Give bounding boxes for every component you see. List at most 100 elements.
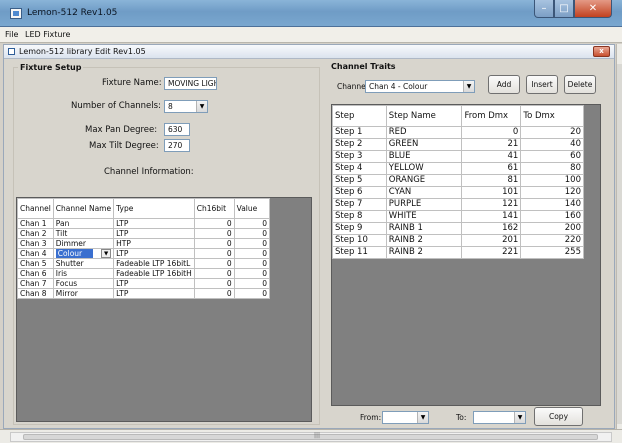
chevron-down-icon[interactable]: ▼: [463, 81, 474, 92]
table-cell[interactable]: BLUE: [385, 150, 463, 163]
table-row[interactable]: Chan 8 Mirror LTP 0 0: [17, 288, 271, 299]
channel-name-editor[interactable]: Colour: [55, 249, 93, 258]
table-row[interactable]: Step 3 BLUE 41 60: [332, 150, 584, 163]
chevron-down-icon[interactable]: ▼: [514, 412, 525, 423]
table-cell[interactable]: Chan 7: [17, 278, 54, 289]
from-select[interactable]: ▼: [382, 411, 429, 424]
vertical-scrollbar[interactable]: [616, 44, 622, 429]
table-cell[interactable]: 40: [520, 138, 584, 151]
table-row[interactable]: Chan 5 Shutter Fadeable LTP 16bitL 0 0: [17, 258, 271, 269]
table-cell[interactable]: 61: [461, 162, 522, 175]
minimize-button[interactable]: –: [534, 0, 554, 18]
table-cell[interactable]: Focus: [52, 278, 115, 289]
table-row[interactable]: Chan 2 Tilt LTP 0 0: [17, 228, 271, 239]
table-cell[interactable]: 81: [461, 174, 522, 187]
table-cell[interactable]: Shutter: [52, 258, 115, 269]
to-select[interactable]: ▼: [473, 411, 526, 424]
table-cell[interactable]: LTP: [113, 248, 195, 259]
child-close-button[interactable]: x: [593, 46, 610, 57]
table-cell[interactable]: 0: [193, 218, 235, 229]
table-cell[interactable]: Chan 2: [17, 228, 54, 239]
table-cell[interactable]: 140: [520, 198, 584, 211]
table-cell[interactable]: Step 10: [332, 234, 387, 247]
menu-file[interactable]: File: [5, 30, 18, 39]
table-cell[interactable]: Iris: [52, 268, 115, 279]
insert-button[interactable]: Insert: [526, 75, 558, 94]
table-cell[interactable]: Step 4: [332, 162, 387, 175]
column-header[interactable]: Ch16bit: [193, 198, 235, 219]
chevron-down-icon[interactable]: ▼: [417, 412, 428, 423]
table-cell[interactable]: LTP: [113, 278, 195, 289]
table-cell[interactable]: 100: [520, 174, 584, 187]
table-cell[interactable]: WHITE: [385, 210, 463, 223]
table-cell[interactable]: 255: [520, 246, 584, 259]
table-cell[interactable]: LTP: [113, 218, 195, 229]
table-cell[interactable]: 0: [193, 248, 235, 259]
table-cell[interactable]: 0: [193, 268, 235, 279]
delete-button[interactable]: Delete: [564, 75, 596, 94]
table-row[interactable]: Step 4 YELLOW 61 80: [332, 162, 584, 175]
child-title-bar[interactable]: Lemon-512 library Edit Rev1.05 x: [4, 45, 614, 59]
table-cell[interactable]: YELLOW: [385, 162, 463, 175]
table-cell[interactable]: 0: [193, 238, 235, 249]
table-cell[interactable]: Step 1: [332, 126, 387, 139]
table-cell[interactable]: 120: [520, 186, 584, 199]
close-button[interactable]: ✕: [574, 0, 612, 18]
table-cell[interactable]: 121: [461, 198, 522, 211]
table-cell[interactable]: 41: [461, 150, 522, 163]
chevron-down-icon[interactable]: ▼: [101, 249, 112, 258]
table-cell[interactable]: Chan 6: [17, 268, 54, 279]
table-row[interactable]: Step 1 RED 0 20: [332, 126, 584, 139]
table-cell[interactable]: 0: [233, 278, 271, 289]
table-cell[interactable]: 0: [233, 258, 271, 269]
table-row[interactable]: Step 10 RAINB 2 201 220: [332, 234, 584, 247]
horizontal-scrollbar[interactable]: |||: [10, 432, 612, 442]
table-cell[interactable]: CYAN: [385, 186, 463, 199]
vertical-scroll-thumb[interactable]: [617, 64, 622, 424]
table-cell[interactable]: Chan 8: [17, 288, 54, 299]
table-cell[interactable]: 0: [233, 248, 271, 259]
add-button[interactable]: Add: [488, 75, 520, 94]
table-cell[interactable]: 20: [520, 126, 584, 139]
table-row[interactable]: Step 11 RAINB 2 221 255: [332, 246, 584, 259]
table-cell[interactable]: 80: [520, 162, 584, 175]
table-cell[interactable]: 0: [461, 126, 522, 139]
table-cell[interactable]: Tilt: [52, 228, 115, 239]
table-cell[interactable]: Pan: [52, 218, 115, 229]
maximize-button[interactable]: □: [554, 0, 574, 18]
table-cell[interactable]: 21: [461, 138, 522, 151]
table-cell[interactable]: HTP: [113, 238, 195, 249]
column-header[interactable]: To Dmx: [520, 105, 584, 127]
table-row[interactable]: Step 8 WHITE 141 160: [332, 210, 584, 223]
table-cell[interactable]: 200: [520, 222, 584, 235]
table-row[interactable]: Chan 7 Focus LTP 0 0: [17, 278, 271, 289]
table-row[interactable]: Chan 3 Dimmer HTP 0 0: [17, 238, 271, 249]
table-cell[interactable]: Mirror: [52, 288, 115, 299]
table-cell[interactable]: Step 8: [332, 210, 387, 223]
column-header[interactable]: Type: [113, 198, 195, 219]
table-cell[interactable]: RED: [385, 126, 463, 139]
table-cell[interactable]: Step 2: [332, 138, 387, 151]
table-cell[interactable]: Colour ▼: [52, 248, 115, 259]
table-cell[interactable]: LTP: [113, 228, 195, 239]
table-cell[interactable]: Step 9: [332, 222, 387, 235]
table-cell[interactable]: 0: [233, 268, 271, 279]
channels-select[interactable]: 8 ▼: [164, 100, 208, 113]
traits-grid[interactable]: Step Step Name From Dmx To Dmx Step 1 RED…: [331, 104, 601, 406]
table-row[interactable]: Step 6 CYAN 101 120: [332, 186, 584, 199]
table-cell[interactable]: Fadeable LTP 16bitH: [113, 268, 195, 279]
table-cell[interactable]: 221: [461, 246, 522, 259]
table-cell[interactable]: 0: [193, 228, 235, 239]
channel-select[interactable]: Chan 4 - Colour ▼: [365, 80, 475, 93]
table-cell[interactable]: 162: [461, 222, 522, 235]
column-header[interactable]: From Dmx: [461, 105, 522, 127]
table-row[interactable]: Chan 1 Pan LTP 0 0: [17, 218, 271, 229]
table-row[interactable]: Chan 6 Iris Fadeable LTP 16bitH 0 0: [17, 268, 271, 279]
table-cell[interactable]: RAINB 2: [385, 234, 463, 247]
tilt-input[interactable]: 270: [164, 139, 190, 152]
window-title-bar[interactable]: Lemon-512 Rev1.05 – □ ✕: [0, 0, 622, 27]
column-header[interactable]: Channel: [17, 198, 54, 219]
table-cell[interactable]: 0: [193, 278, 235, 289]
fixture-name-input[interactable]: MOVING LIGH: [164, 77, 217, 90]
table-row[interactable]: Step 5 ORANGE 81 100: [332, 174, 584, 187]
